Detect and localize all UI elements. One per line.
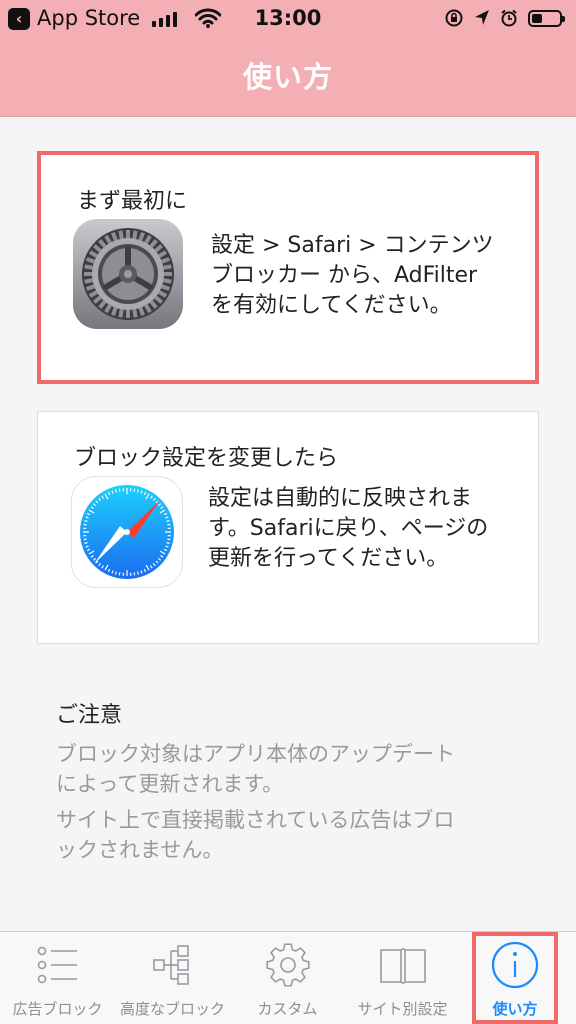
tab-site-settings[interactable]: サイト別設定	[345, 932, 460, 1024]
card-title: まず最初に	[77, 189, 188, 214]
card-first-step: まず最初に 設定 > Safari > コンテンツ ブロッカー から、AdFil…	[37, 151, 539, 384]
tab-ad-block[interactable]: 広告ブロック	[0, 932, 115, 1024]
card-text-line: す。Safariに戻り、ページの	[208, 516, 489, 541]
notes-section: ご注意 ブロック対象はアプリ本体のアップデート によって更新されます。 サイト上…	[56, 697, 526, 871]
notes-title: ご注意	[56, 703, 123, 728]
card-text-line: 更新を行ってください。	[208, 546, 449, 571]
status-bar: ‹ App Store 13:00	[0, 0, 576, 38]
tab-label: サイト別設定	[357, 1000, 448, 1018]
note-item: サイト上で直接掲載されている広告はブロ ックされません。	[56, 805, 526, 865]
battery-icon	[528, 9, 565, 27]
note-line: ブロック対象はアプリ本体のアップデート	[56, 742, 455, 766]
tab-custom[interactable]: カスタム	[230, 932, 345, 1024]
settings-gear-icon	[73, 219, 183, 329]
card-text-line: 設定は自動的に反映されま	[208, 486, 473, 511]
book-icon	[345, 940, 460, 990]
tab-label: 高度なブロック	[119, 1000, 225, 1018]
card-text-line: 設定 > Safari > コンテンツ	[211, 233, 494, 258]
card-after-change: ブロック設定を変更したら 設定は自動的に反映されま す。Safariに戻り、ペー…	[37, 411, 539, 644]
alarm-icon	[501, 9, 517, 27]
tab-label: カスタム	[257, 1000, 318, 1018]
tab-advanced-block[interactable]: 高度なブロック	[115, 932, 230, 1024]
hierarchy-icon	[115, 940, 230, 990]
safari-compass-icon	[72, 477, 182, 587]
card-instructions: 設定 > Safari > コンテンツ ブロッカー から、AdFilter を有…	[211, 231, 521, 321]
note-line: ックされません。	[56, 838, 224, 862]
note-line: によって更新されます。	[56, 772, 284, 796]
orientation-lock-icon	[445, 9, 463, 27]
card-text-line: ブロッカー から、AdFilter	[211, 263, 478, 288]
card-title: ブロック設定を変更したら	[74, 446, 339, 471]
location-icon	[475, 10, 489, 25]
tab-bar: 広告ブロック 高度なブロック カスタム サイト別設定 使い方	[0, 931, 576, 1024]
tab-how-to-use[interactable]: 使い方	[472, 932, 558, 1024]
note-item: ブロック対象はアプリ本体のアップデート によって更新されます。	[56, 739, 526, 799]
note-line: サイト上で直接掲載されている広告はブロ	[56, 808, 455, 832]
info-icon	[476, 940, 554, 990]
navigation-header: ‹ App Store 13:00 使い方	[0, 0, 576, 117]
tab-label: 広告ブロック	[12, 1000, 103, 1018]
tab-label: 使い方	[492, 1000, 538, 1018]
gear-icon	[230, 940, 345, 990]
card-text-line: を有効にしてください。	[211, 293, 452, 318]
page-title: 使い方	[242, 60, 333, 94]
card-instructions: 設定は自動的に反映されま す。Safariに戻り、ページの 更新を行ってください…	[208, 484, 518, 574]
list-icon	[0, 940, 115, 990]
